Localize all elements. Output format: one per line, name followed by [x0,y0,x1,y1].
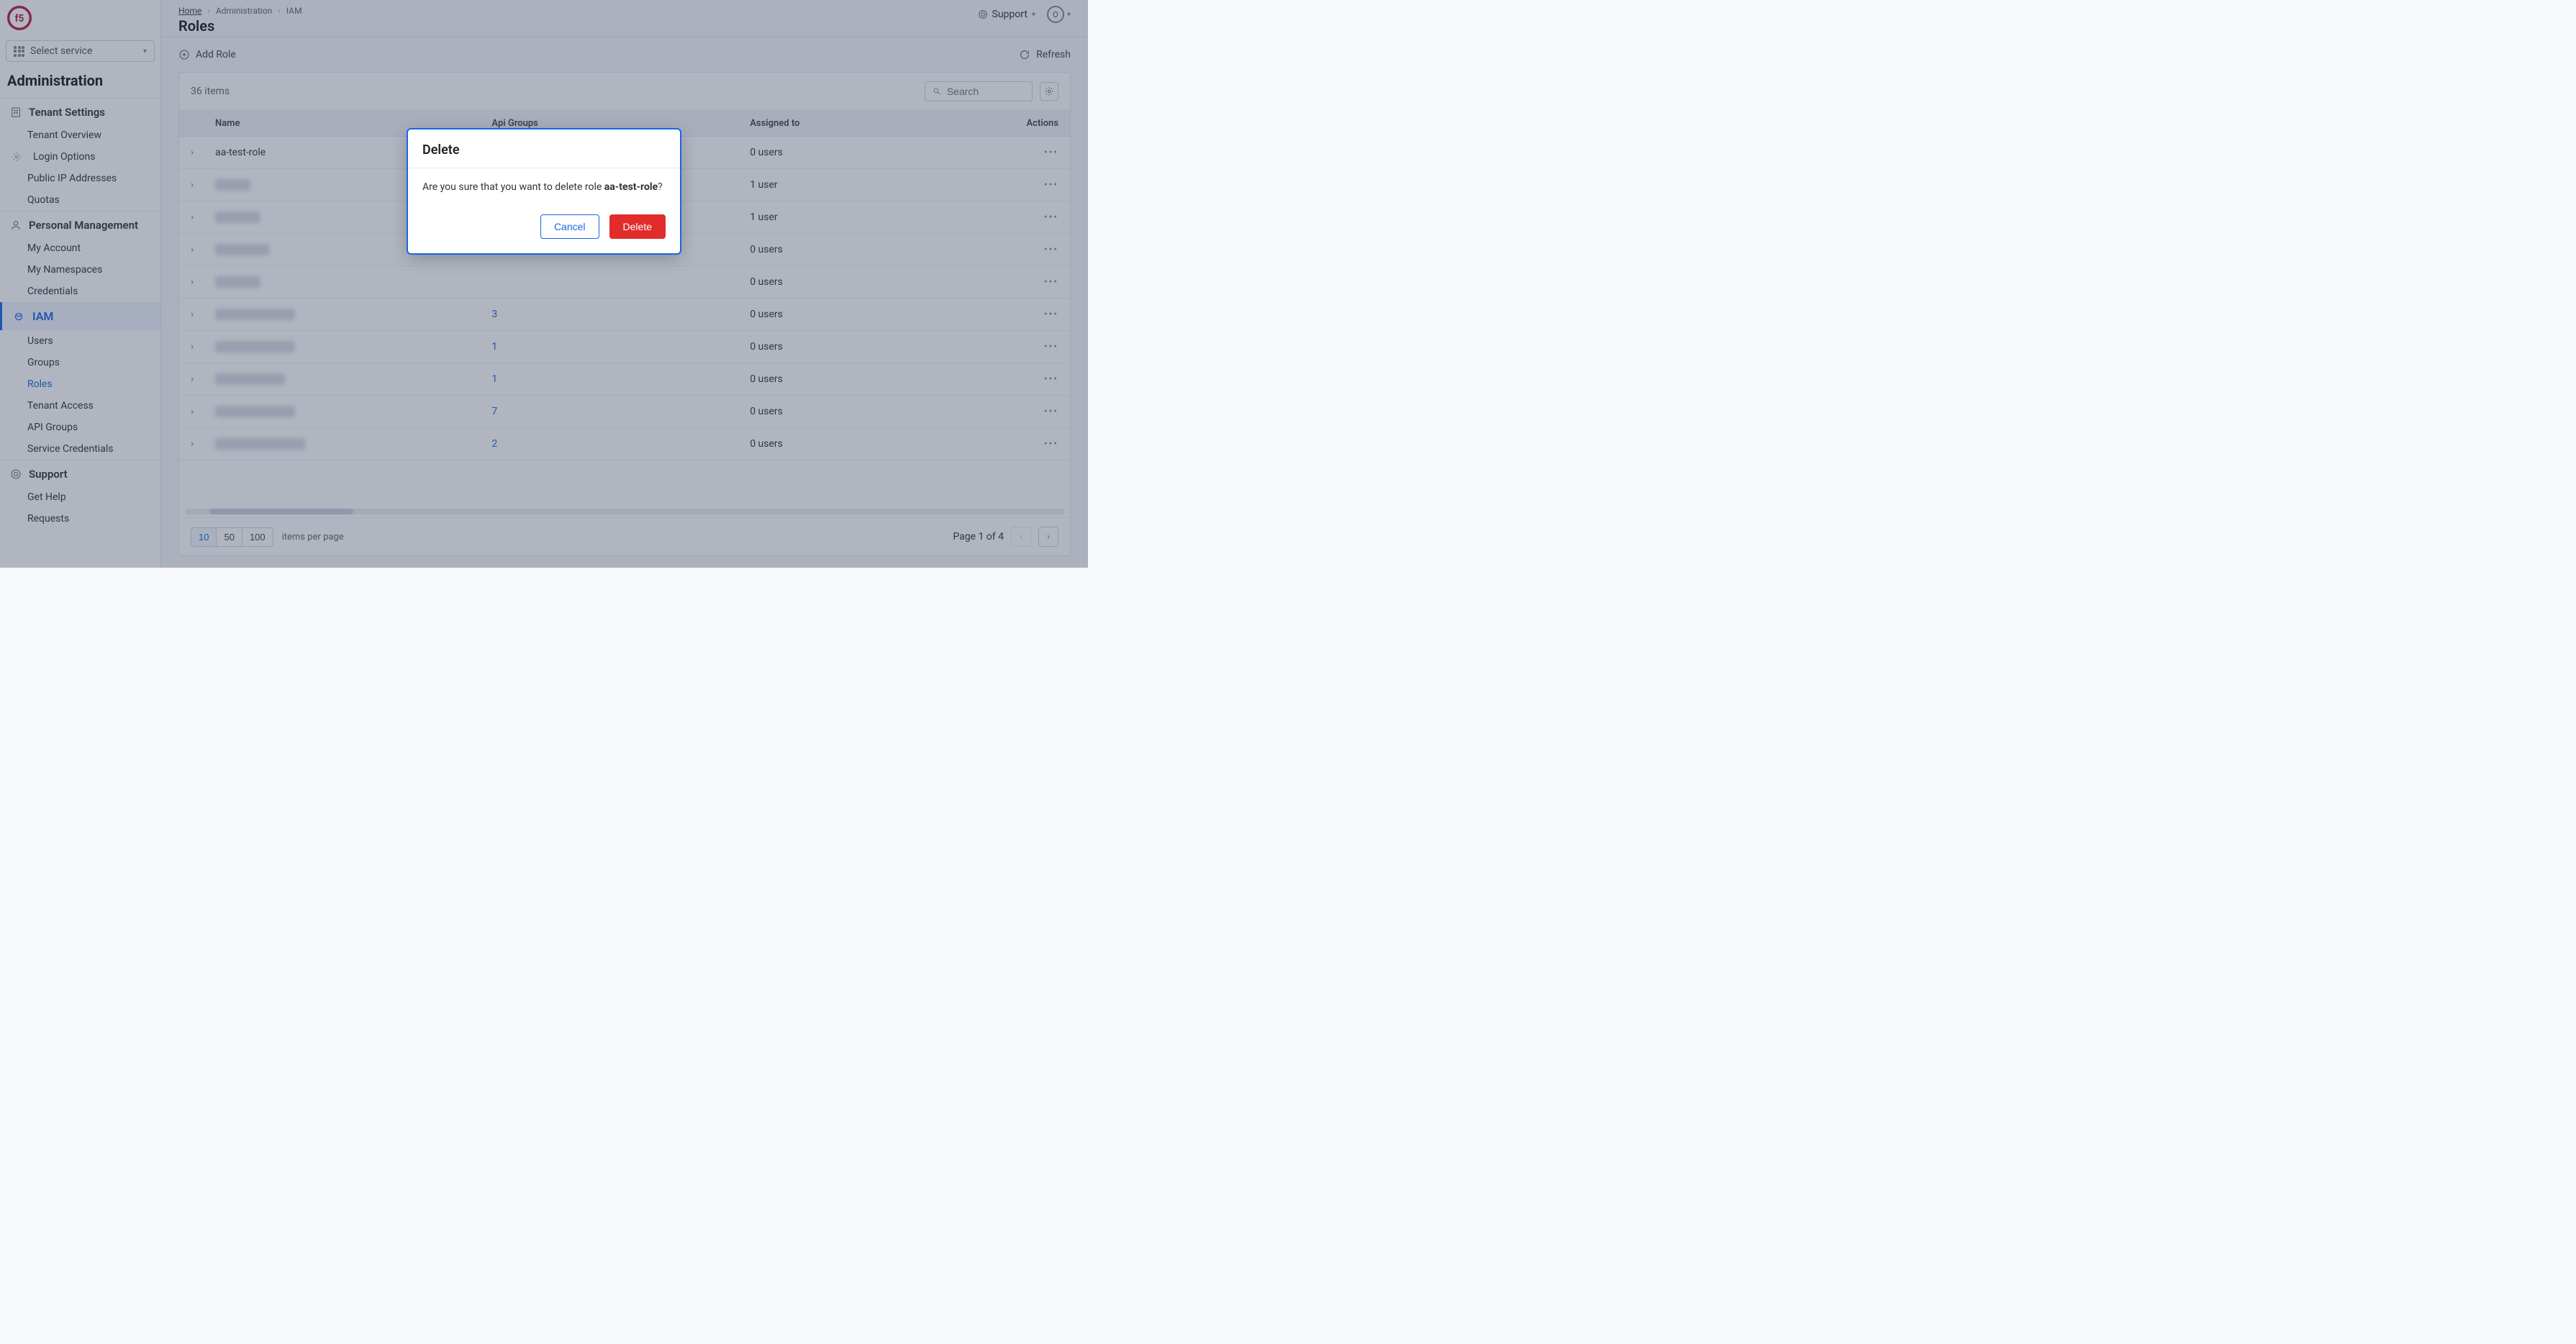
modal-overlay[interactable]: Delete Are you sure that you want to del… [0,0,1088,568]
cancel-button[interactable]: Cancel [540,214,599,239]
delete-confirm-button[interactable]: Delete [609,214,666,239]
modal-message: Are you sure that you want to delete rol… [408,168,680,206]
modal-title: Delete [408,130,680,168]
delete-confirmation-modal: Delete Are you sure that you want to del… [408,130,680,253]
